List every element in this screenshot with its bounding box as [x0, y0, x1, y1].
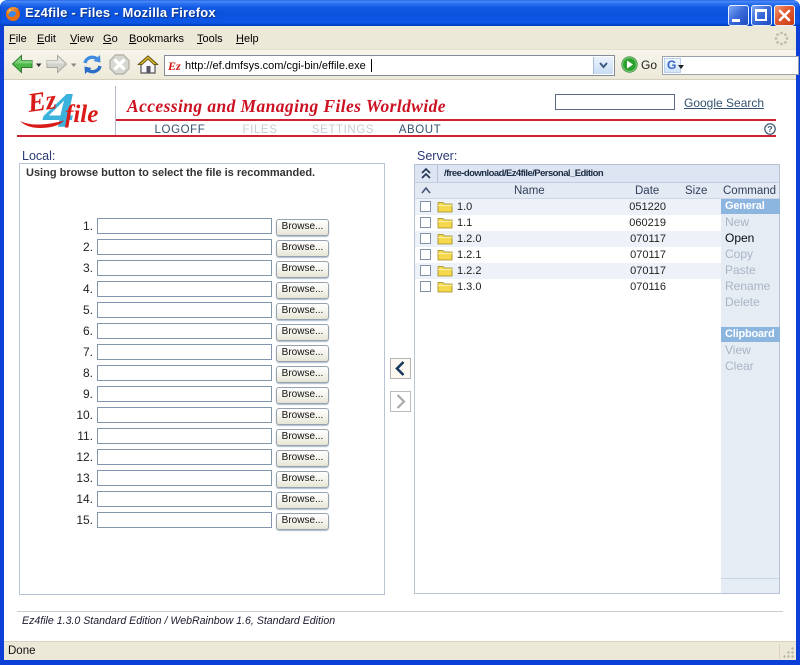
svg-text:file: file — [65, 101, 98, 128]
svg-text:?: ? — [767, 124, 772, 134]
svg-text:Ez: Ez — [25, 84, 59, 118]
